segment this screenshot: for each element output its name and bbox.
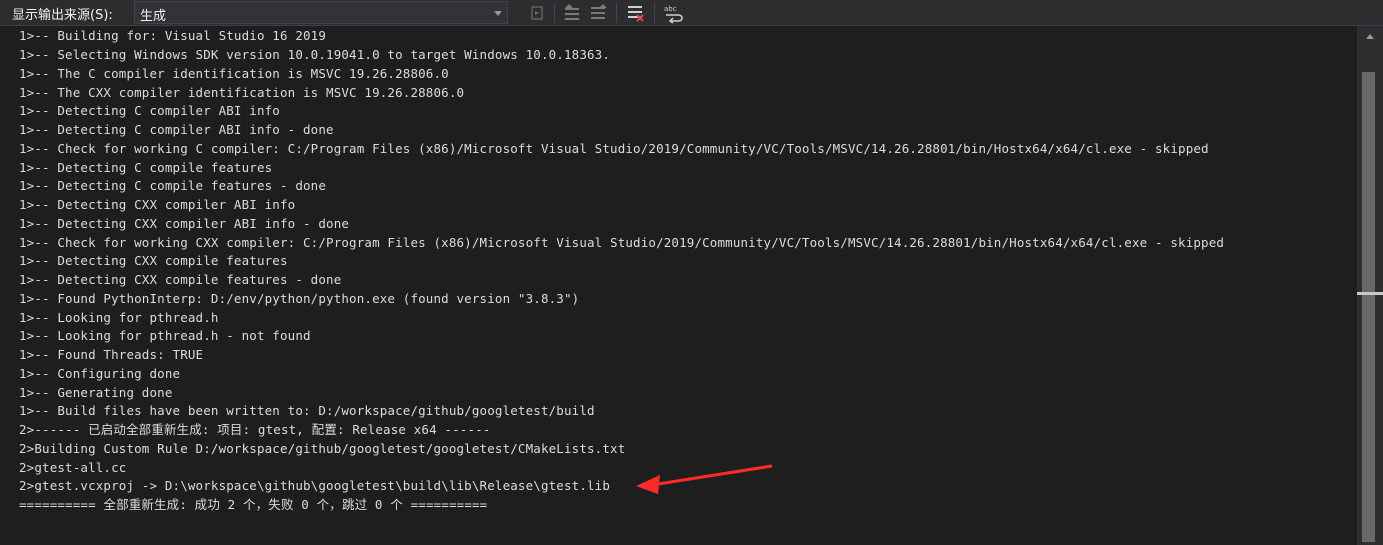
output-line: 1>-- Detecting C compile features - done [19, 178, 327, 193]
toolbar-separator [654, 3, 655, 23]
next-message-icon [591, 4, 607, 19]
scrollbar-position-marker [1357, 292, 1383, 295]
previous-message-button[interactable] [562, 2, 584, 24]
clear-all-icon [628, 6, 644, 22]
goto-line-icon [531, 6, 543, 20]
output-line: 2>gtest.vcxproj -> D:\workspace\github\g… [19, 478, 611, 493]
chevron-down-icon [494, 11, 502, 16]
output-line: 1>-- Building for: Visual Studio 16 2019 [19, 28, 327, 43]
output-line: 1>-- Generating done [19, 385, 173, 400]
output-line: 1>-- Detecting C compiler ABI info [19, 103, 280, 118]
output-line: ========== 全部重新生成: 成功 2 个，失败 0 个，跳过 0 个 … [19, 497, 488, 512]
word-wrap-button[interactable]: abc [662, 2, 684, 24]
scrollbar-thumb[interactable] [1362, 72, 1375, 542]
output-line: 1>-- Looking for pthread.h [19, 310, 219, 325]
show-output-from-label: 显示输出来源(S): [12, 8, 113, 23]
output-source-dropdown[interactable]: 生成 [134, 1, 508, 24]
word-wrap-icon: abc [664, 5, 683, 24]
output-line: 1>-- Found Threads: TRUE [19, 347, 204, 362]
svg-text:abc: abc [664, 5, 677, 13]
clear-all-button[interactable] [625, 2, 647, 24]
output-line: 1>-- Check for working C compiler: C:/Pr… [19, 141, 1209, 156]
output-line: 2>Building Custom Rule D:/workspace/gith… [19, 441, 626, 456]
output-line: 1>-- Detecting CXX compiler ABI info - d… [19, 216, 350, 231]
output-line: 1>-- Looking for pthread.h - not found [19, 328, 311, 343]
previous-message-icon [565, 4, 579, 20]
red-arrow-icon [636, 464, 773, 494]
output-line: 1>-- Detecting CXX compile features - do… [19, 272, 342, 287]
output-line: 1>-- Detecting C compile features [19, 160, 273, 175]
toolbar-separator [616, 3, 617, 23]
output-line: 1>-- Selecting Windows SDK version 10.0.… [19, 47, 611, 62]
output-line: 1>-- Build files have been written to: D… [19, 403, 595, 418]
output-line: 1>-- Found PythonInterp: D:/env/python/p… [19, 291, 580, 306]
output-line: 1>-- Detecting C compiler ABI info - don… [19, 122, 334, 137]
output-line: 1>-- The CXX compiler identification is … [19, 85, 465, 100]
next-message-button[interactable] [588, 2, 610, 24]
output-toolbar: 显示输出来源(S): 生成 abc [0, 0, 1383, 26]
toolbar-separator [554, 3, 555, 23]
output-line: 1>-- The C compiler identification is MS… [19, 66, 449, 81]
scroll-up-icon[interactable] [1366, 34, 1374, 39]
vertical-scrollbar[interactable] [1357, 26, 1383, 545]
output-line: 1>-- Check for working CXX compiler: C:/… [19, 235, 1225, 250]
output-line: 1>-- Detecting CXX compiler ABI info [19, 197, 296, 212]
output-line: 2>gtest-all.cc [19, 460, 127, 475]
output-line: 2>------ 已启动全部重新生成: 项目: gtest, 配置: Relea… [19, 422, 491, 437]
go-to-error-button[interactable] [526, 2, 548, 24]
output-source-value: 生成 [140, 9, 167, 24]
output-line: 1>-- Configuring done [19, 366, 181, 381]
output-line: 1>-- Detecting CXX compile features [19, 253, 288, 268]
